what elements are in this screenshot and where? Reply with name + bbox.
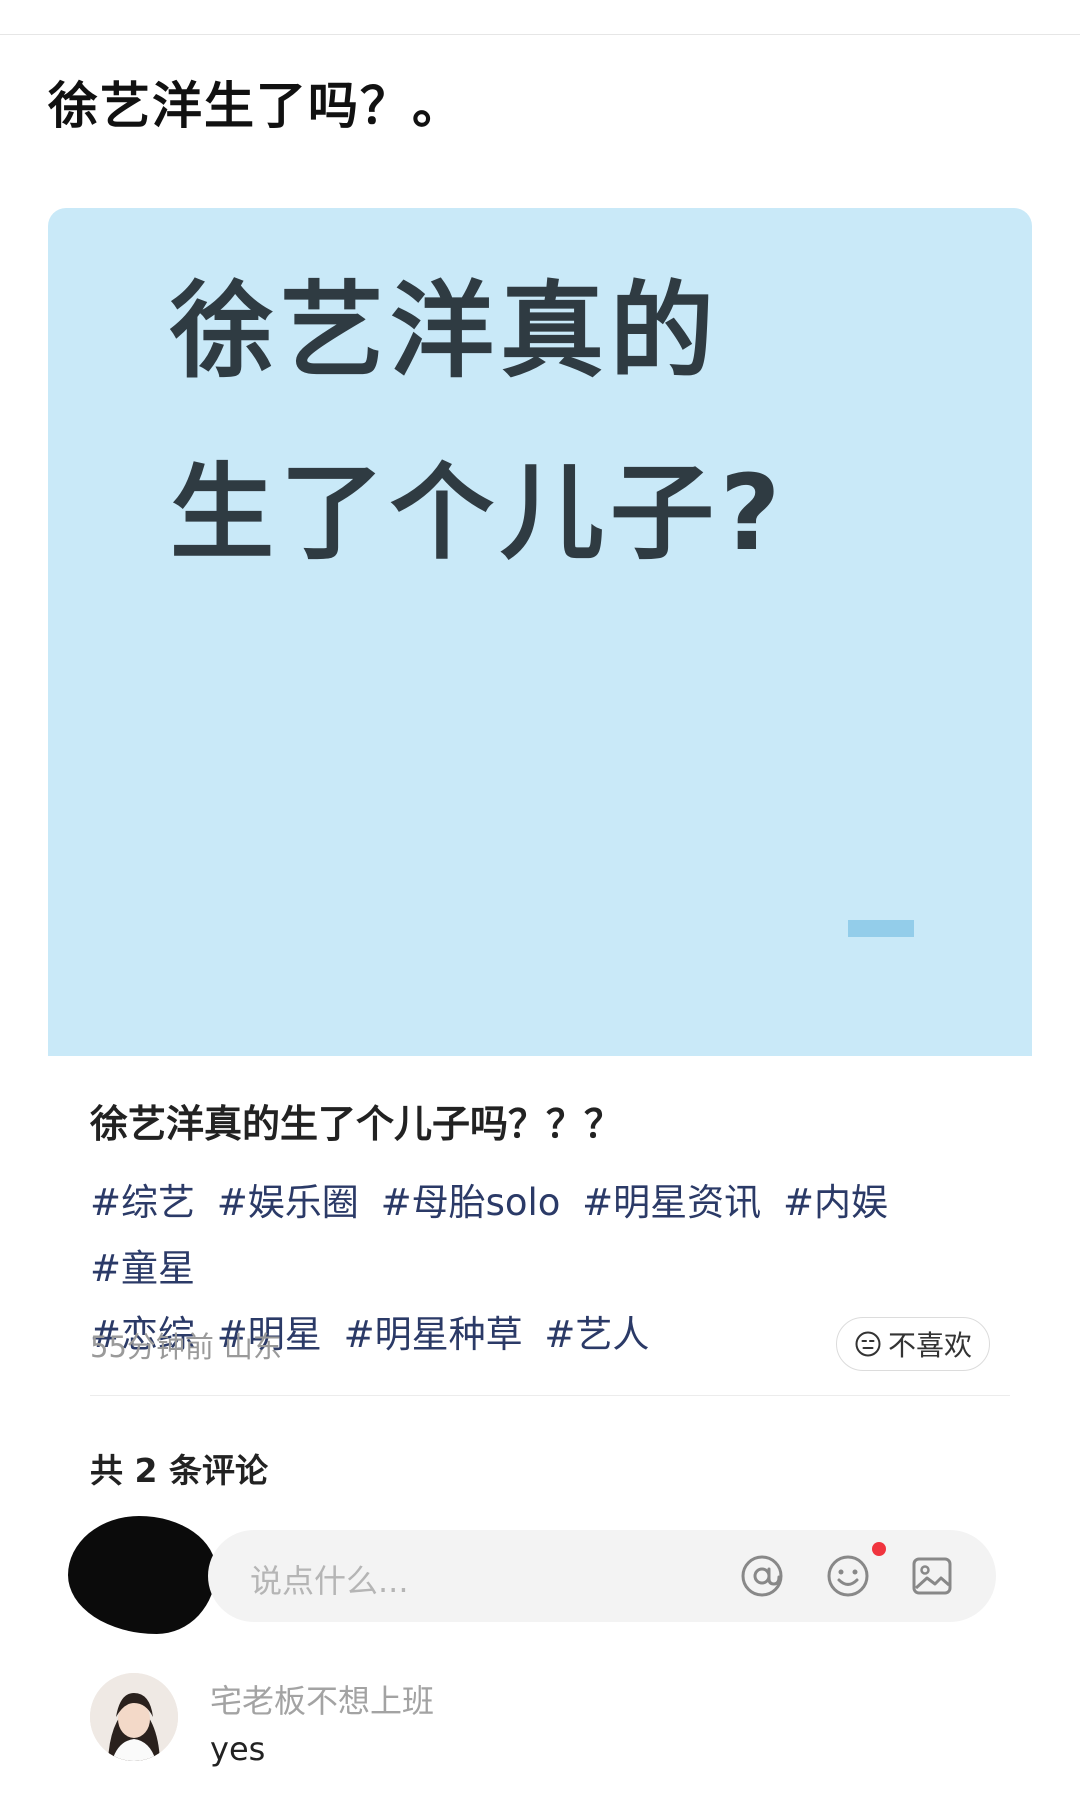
cover-text-line-1: 徐艺洋真的 xyxy=(170,270,721,392)
cover-text-line-2: 生了个儿子? xyxy=(170,452,787,574)
tag-link[interactable]: #艺人 xyxy=(544,1313,649,1356)
tag-link[interactable]: #综艺 xyxy=(90,1181,195,1224)
dislike-face-icon xyxy=(855,1331,881,1357)
current-user-avatar[interactable] xyxy=(68,1516,216,1634)
tag-link[interactable]: #童星 xyxy=(90,1247,195,1290)
comment-count: 共 2 条评论 xyxy=(90,1451,268,1490)
tag-link[interactable]: #内娱 xyxy=(783,1181,888,1224)
image-icon[interactable] xyxy=(908,1552,956,1600)
notification-dot xyxy=(872,1542,886,1556)
dislike-button[interactable]: 不喜欢 xyxy=(836,1317,990,1371)
post-time: 55分钟前 xyxy=(90,1330,214,1364)
commenter-name[interactable]: 宅老板不想上班 xyxy=(210,1676,434,1722)
tag-link[interactable]: #明星资讯 xyxy=(582,1181,761,1224)
top-divider xyxy=(0,34,1080,35)
post-location: 山东 xyxy=(223,1330,282,1364)
commenter-avatar[interactable] xyxy=(90,1673,178,1761)
post-meta: 55分钟前 山东 xyxy=(90,1324,282,1366)
comment-text: yes xyxy=(210,1730,266,1768)
comment-input[interactable]: 说点什么... xyxy=(208,1530,996,1622)
section-divider xyxy=(90,1395,1010,1396)
comment-placeholder: 说点什么... xyxy=(250,1562,409,1600)
dislike-label: 不喜欢 xyxy=(887,1329,972,1362)
at-icon[interactable] xyxy=(738,1552,786,1600)
post-title: 徐艺洋真的生了个儿子吗？？？ xyxy=(90,1102,623,1146)
post-cover-image[interactable]: 徐艺洋真的 生了个儿子? xyxy=(48,208,1032,1056)
page-heading: 徐艺洋生了吗？。 xyxy=(48,77,464,135)
tag-link[interactable]: #明星种草 xyxy=(344,1313,523,1356)
cover-decoration xyxy=(848,920,914,937)
tag-link[interactable]: #母胎solo xyxy=(381,1181,561,1224)
avatar-photo xyxy=(90,1673,178,1761)
tag-link[interactable]: #娱乐圈 xyxy=(217,1181,359,1224)
emoji-icon[interactable] xyxy=(824,1552,872,1600)
